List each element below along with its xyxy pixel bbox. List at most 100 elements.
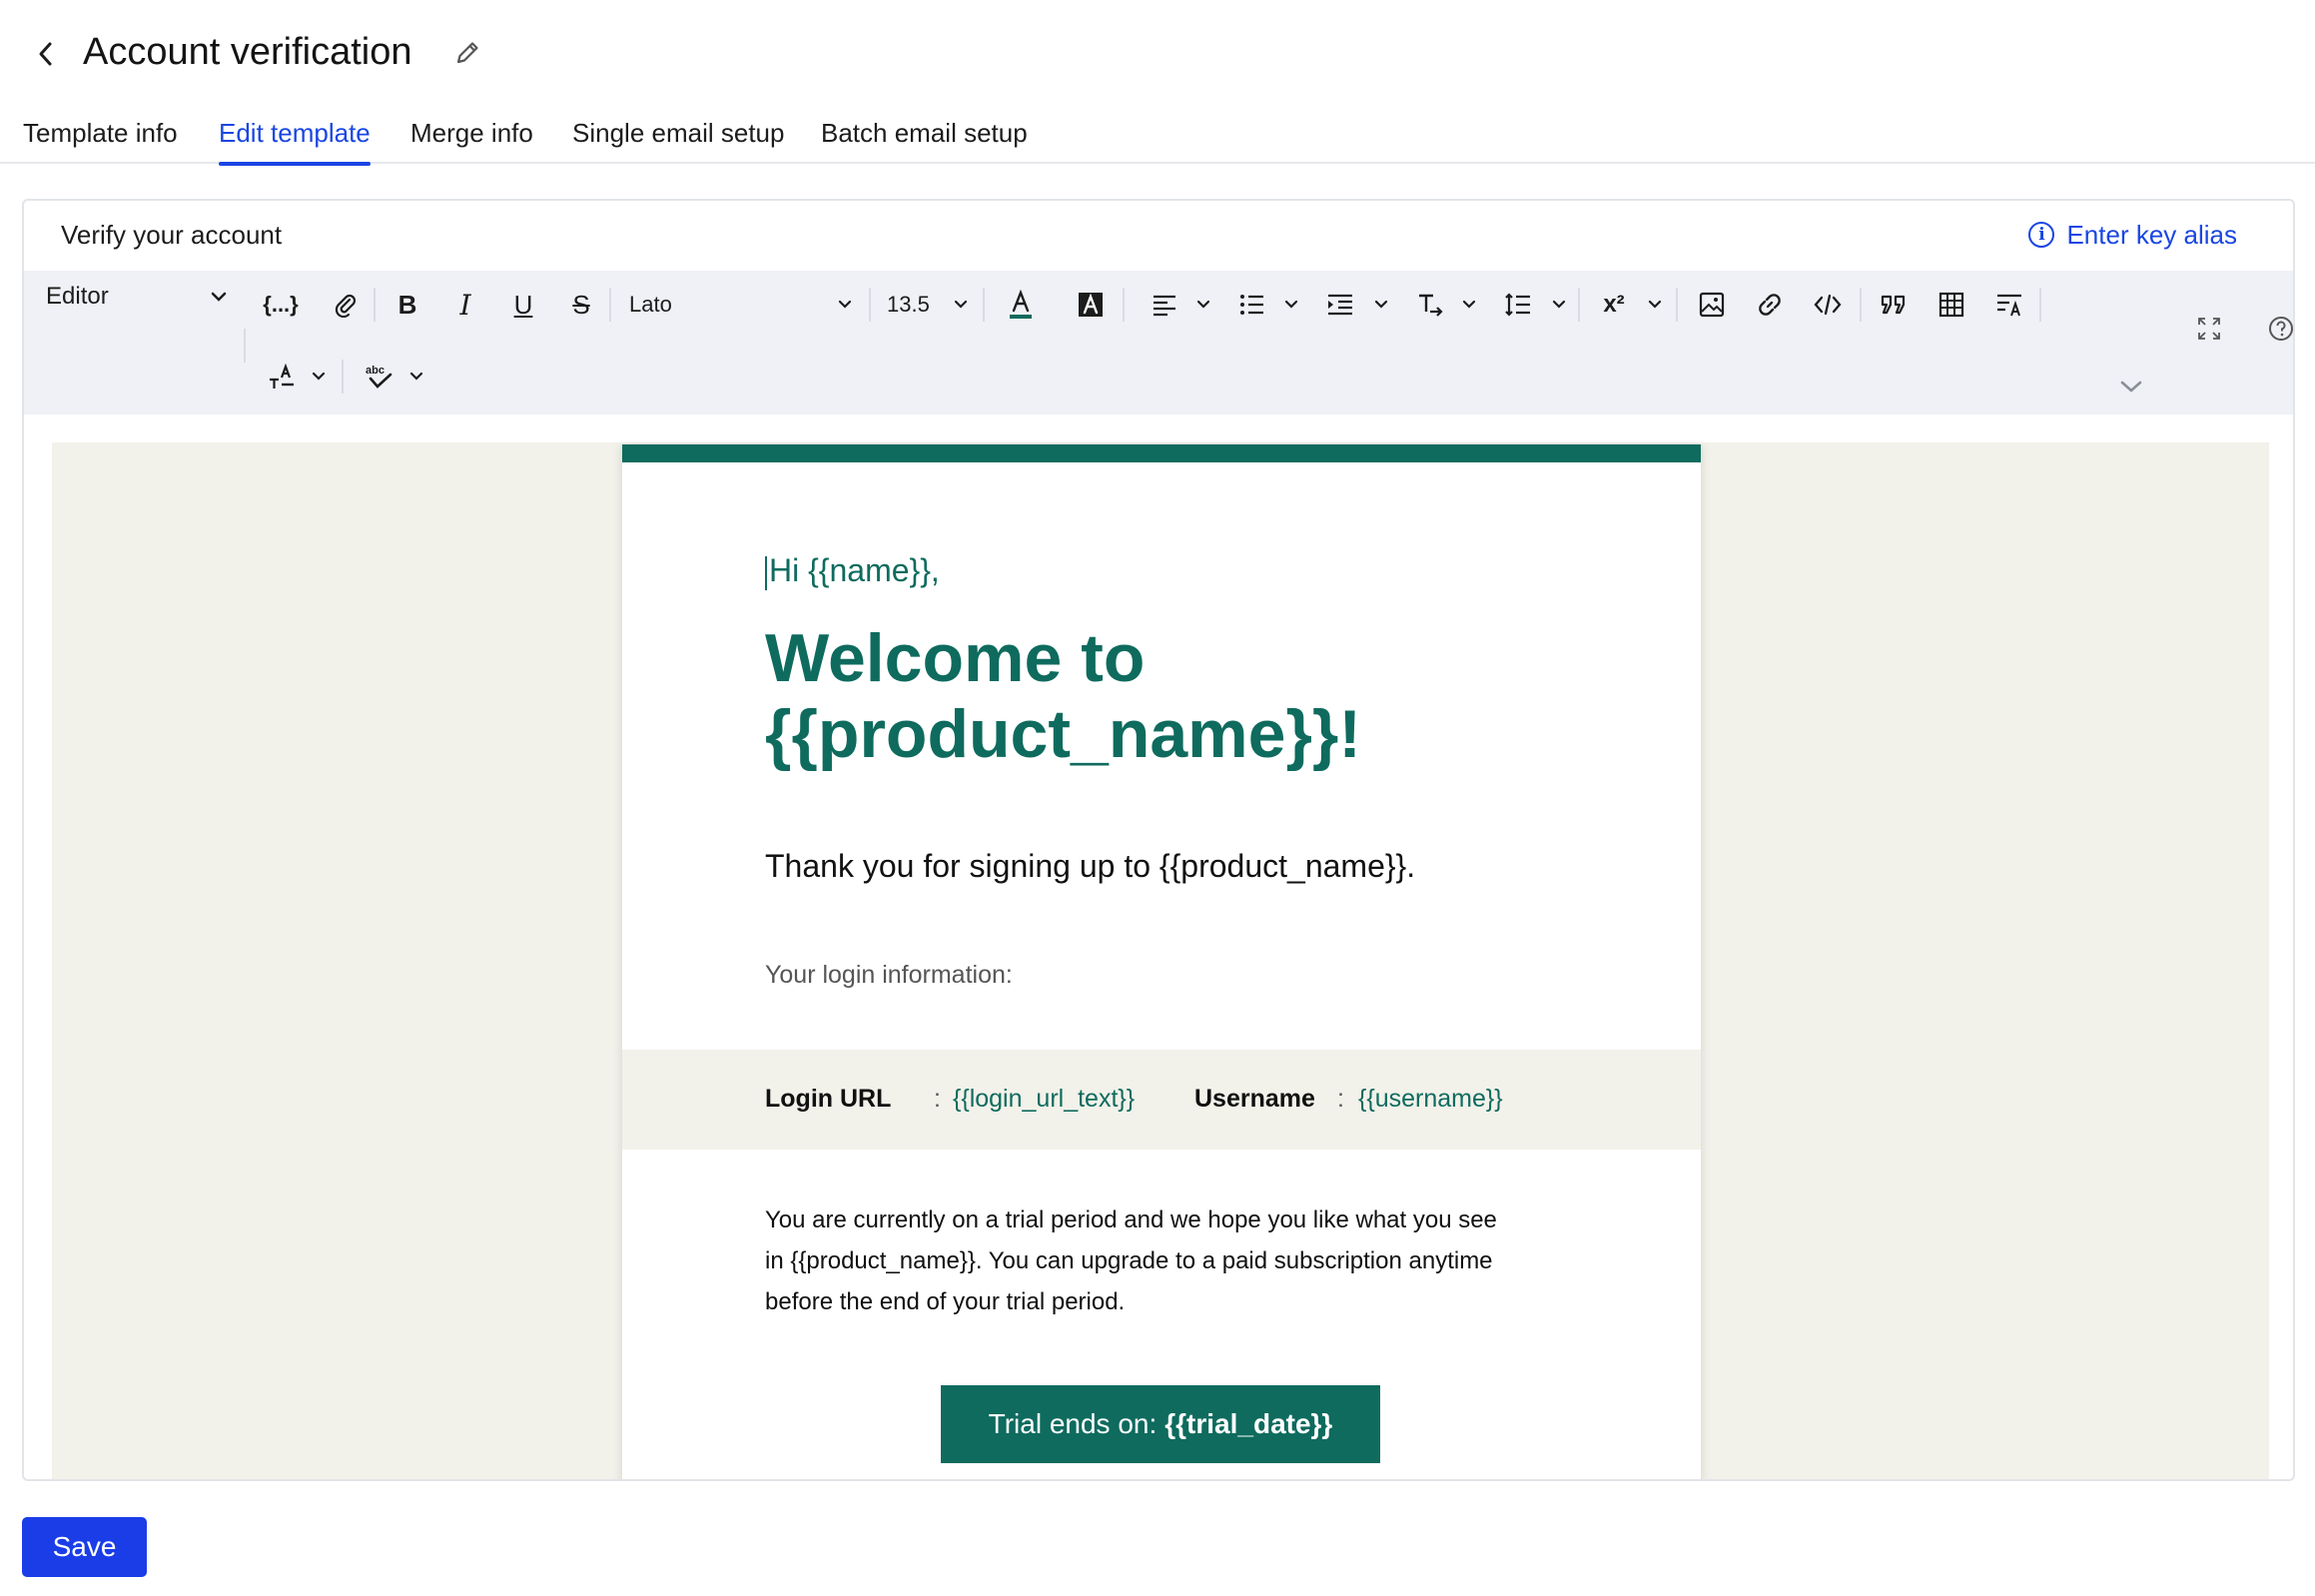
clear-format-button[interactable] xyxy=(260,355,304,399)
line-height-icon xyxy=(1505,293,1530,317)
font-family-label: Lato xyxy=(629,292,672,317)
insert-link-button[interactable] xyxy=(1748,283,1792,327)
align-button[interactable] xyxy=(1143,283,1186,327)
login-info-heading[interactable]: Your login information: xyxy=(765,958,1013,992)
superscript-button[interactable]: x² xyxy=(1592,283,1636,327)
tab-template-info[interactable]: Template info xyxy=(23,110,178,164)
italic-icon: I xyxy=(459,288,471,322)
toolbar-separator xyxy=(983,288,985,322)
list-dropdown[interactable] xyxy=(1282,283,1300,327)
bullet-list-button[interactable] xyxy=(1230,283,1274,327)
tab-edit-template[interactable]: Edit template xyxy=(219,110,371,166)
chevron-down-icon xyxy=(409,372,423,381)
text-direction-button[interactable] xyxy=(1408,283,1452,327)
indent-icon xyxy=(1328,294,1352,316)
superscript-icon: x² xyxy=(1603,291,1625,318)
headline-line-1: Welcome to xyxy=(765,620,1146,696)
pencil-icon xyxy=(456,42,478,64)
email-canvas[interactable]: Hi {{name}}, Welcome to {{product_name}}… xyxy=(52,442,2269,1479)
strikethrough-icon: S xyxy=(572,289,590,320)
enter-key-alias-label: Enter key alias xyxy=(2066,220,2237,250)
tab-merge-info[interactable]: Merge info xyxy=(410,110,533,164)
editor-mode-label: Editor xyxy=(46,283,109,310)
text-cursor xyxy=(765,555,767,590)
save-button[interactable]: Save xyxy=(22,1517,147,1577)
spellcheck-dropdown[interactable] xyxy=(407,355,425,399)
trial-period-text[interactable]: You are currently on a trial period and … xyxy=(765,1199,1564,1322)
text-color-button[interactable] xyxy=(999,283,1043,327)
chevron-down-icon xyxy=(312,372,326,381)
align-dropdown[interactable] xyxy=(1194,283,1212,327)
trial-line-1: You are currently on a trial period and … xyxy=(765,1206,1497,1233)
chevron-down-icon xyxy=(1462,300,1476,309)
toolbar-collapse-toggle[interactable] xyxy=(2116,365,2146,408)
enter-key-alias-link[interactable]: i Enter key alias xyxy=(2028,217,2237,253)
indent-dropdown[interactable] xyxy=(1372,283,1390,327)
toolbar-separator xyxy=(1860,288,1862,322)
more-formatting-button[interactable] xyxy=(1987,283,2031,327)
insert-code-button[interactable] xyxy=(1806,283,1850,327)
align-left-icon xyxy=(1154,295,1175,317)
back-button[interactable] xyxy=(28,30,64,78)
chevron-down-icon xyxy=(1284,300,1298,309)
line-height-dropdown[interactable] xyxy=(1550,283,1568,327)
subject-row: Verify your account i Enter key alias xyxy=(24,201,2293,271)
username-colon: : xyxy=(1337,1085,1344,1113)
tab-single-email-setup[interactable]: Single email setup xyxy=(572,110,784,164)
trial-line-3: before the end of your trial period. xyxy=(765,1288,1126,1315)
toolbar-separator xyxy=(244,329,246,363)
greeting-label: Hi {{name}}, xyxy=(769,552,940,588)
thank-you-text[interactable]: Thank you for signing up to {{product_na… xyxy=(765,844,1415,888)
trial-line-2: in {{product_name}}. You can upgrade to … xyxy=(765,1247,1493,1274)
trial-ends-button[interactable]: Trial ends on: {{trial_date}} xyxy=(941,1385,1380,1463)
indent-button[interactable] xyxy=(1318,283,1362,327)
blockquote-button[interactable] xyxy=(1872,283,1916,327)
chevron-down-icon xyxy=(2120,381,2142,393)
text-format-icon xyxy=(270,363,294,389)
font-size-select[interactable]: 13.5 xyxy=(879,283,979,327)
username-value[interactable]: {{username}} xyxy=(1358,1082,1503,1116)
spellcheck-icon: abc xyxy=(366,365,392,389)
login-details-band: Login URL : {{login_url_text}} Username … xyxy=(622,1050,1701,1150)
underline-button[interactable]: U xyxy=(501,283,545,327)
paperclip-icon xyxy=(335,294,357,318)
edit-title-button[interactable] xyxy=(449,33,485,73)
help-icon xyxy=(2269,317,2293,341)
welcome-headline[interactable]: Welcome to {{product_name}}! xyxy=(765,620,1664,772)
line-height-button[interactable] xyxy=(1496,283,1540,327)
bold-button[interactable]: B xyxy=(386,283,429,327)
insert-table-button[interactable] xyxy=(1929,283,1973,327)
greeting-text[interactable]: Hi {{name}}, xyxy=(765,548,940,592)
insert-image-button[interactable] xyxy=(1690,283,1734,327)
text-format-dropdown[interactable] xyxy=(310,355,328,399)
tab-batch-email-setup[interactable]: Batch email setup xyxy=(821,110,1028,164)
merge-field-button[interactable]: {...} xyxy=(256,283,306,327)
toolbar-separator xyxy=(342,360,344,394)
italic-button[interactable]: I xyxy=(443,283,487,327)
strikethrough-button[interactable]: S xyxy=(559,283,603,327)
fullscreen-button[interactable] xyxy=(2187,307,2231,351)
font-family-select[interactable]: Lato xyxy=(623,283,863,327)
attachment-button[interactable] xyxy=(324,283,368,327)
editor-mode-select[interactable]: Editor xyxy=(46,275,236,319)
email-body[interactable]: Hi {{name}}, Welcome to {{product_name}}… xyxy=(622,444,1701,1479)
chevron-down-icon xyxy=(1552,300,1566,309)
subject-field[interactable]: Verify your account xyxy=(61,217,282,253)
page-title: Account verification xyxy=(83,31,412,73)
chevron-down-icon xyxy=(1648,300,1662,309)
format-options-icon xyxy=(1997,294,2021,317)
chevron-down-icon xyxy=(838,300,852,309)
spellcheck-button[interactable]: abc xyxy=(358,355,401,399)
help-button[interactable] xyxy=(2259,307,2293,351)
text-direction-dropdown[interactable] xyxy=(1460,283,1478,327)
page-header: Account verification xyxy=(0,0,2315,110)
login-url-value[interactable]: {{login_url_text}} xyxy=(953,1082,1135,1116)
text-color-icon xyxy=(1010,289,1032,319)
table-icon xyxy=(1938,292,1964,318)
superscript-dropdown[interactable] xyxy=(1646,283,1664,327)
bold-icon: B xyxy=(397,289,417,320)
background-color-button[interactable] xyxy=(1069,283,1113,327)
font-size-label: 13.5 xyxy=(887,292,930,317)
chevron-down-icon xyxy=(1196,300,1210,309)
headline-line-2: {{product_name}}! xyxy=(765,696,1362,772)
